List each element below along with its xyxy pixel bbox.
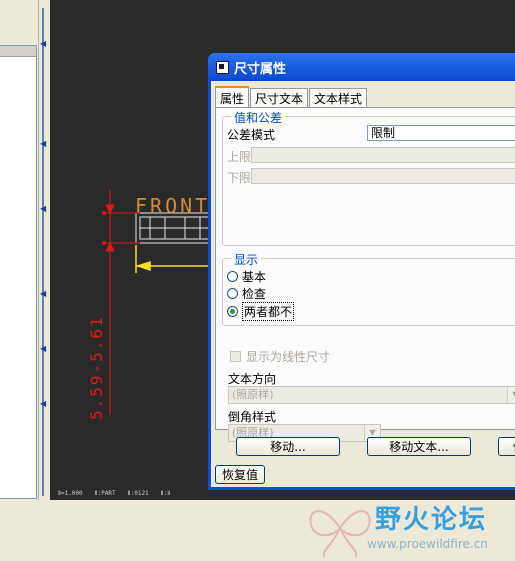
checkbox-label: 显示为线性尺寸: [246, 350, 331, 364]
status-item: Ⅱ:0121: [127, 490, 149, 497]
chevron-left-icon[interactable]: ◀: [40, 345, 46, 353]
watermark-title: 野火论坛: [375, 505, 488, 535]
splitter-bar: [42, 8, 44, 496]
view-label: FRONT: [135, 194, 210, 218]
dimension-text: 5.59-5.61: [87, 315, 106, 420]
tab-dimension-text[interactable]: 尺寸文本: [250, 88, 309, 107]
model-tree-panel: [0, 0, 40, 500]
move-text-button[interactable]: 移动文本...: [367, 437, 471, 456]
tolerance-mode-label: 公差模式: [227, 128, 276, 142]
leader-arrow: [135, 245, 210, 273]
dimension-properties-dialog: 尺寸属性 属性 尺寸文本 文本样式 值和公差 公差模式 限制 上限 下限 显示: [208, 53, 515, 490]
radio-circle-checked[interactable]: [227, 306, 238, 317]
status-item: Ⅱ=1.000: [58, 490, 83, 497]
tab-properties[interactable]: 属性: [215, 86, 250, 109]
radio-label: 两者都不: [242, 302, 295, 321]
watermark: 野火论坛 www.proewildfire.cn: [305, 495, 515, 561]
model-tree-header: [0, 46, 36, 57]
tolerance-mode-field[interactable]: 限制: [367, 125, 515, 141]
value-tolerance-group: 值和公差 公差模式 限制 上限 下限: [222, 109, 515, 246]
window-icon[interactable]: [216, 60, 229, 74]
linear-dimension-checkbox[interactable]: 显示为线性尺寸: [230, 348, 330, 365]
dialog-titlebar[interactable]: 尺寸属性: [208, 53, 515, 81]
radio-circle[interactable]: [227, 271, 238, 282]
checkbox-box[interactable]: [230, 351, 241, 362]
radio-label: 基本: [242, 270, 267, 284]
chevron-left-icon[interactable]: ◀: [40, 40, 46, 48]
modify-button[interactable]: 修: [498, 437, 515, 456]
status-item: Ⅱ:Ⅱ: [160, 490, 171, 497]
properties-panel: 值和公差 公差模式 限制 上限 下限 显示 基本 检查 两者都不 显示为线性尺寸…: [215, 107, 515, 442]
model-tree-list[interactable]: [0, 45, 37, 499]
status-strip: Ⅱ=1.000 Ⅱ:PART Ⅱ:0121 Ⅱ:Ⅱ: [50, 487, 210, 500]
lower-limit-field[interactable]: [251, 168, 515, 184]
lower-limit-label: 下限: [227, 171, 252, 185]
radio-basic[interactable]: 基本: [227, 268, 266, 285]
status-item: Ⅱ:PART: [94, 490, 116, 497]
butterfly-logo-icon: [309, 510, 371, 558]
watermark-url: www.proewildfire.cn: [367, 537, 488, 551]
upper-limit-field[interactable]: [251, 147, 515, 163]
text-direction-select[interactable]: (照原样) ▼: [228, 386, 515, 404]
text-direction-value: (照原样): [232, 388, 274, 401]
chevron-down-icon[interactable]: ▼: [507, 387, 515, 403]
radio-neither[interactable]: 两者都不: [227, 302, 295, 321]
upper-limit-label: 上限: [227, 150, 252, 164]
restore-values-button[interactable]: 恢复值: [215, 465, 265, 484]
display-title: 显示: [231, 251, 262, 268]
chevron-left-icon[interactable]: ◀: [40, 400, 46, 408]
display-group: 显示 基本 检查 两者都不: [222, 251, 515, 326]
value-tolerance-title: 值和公差: [231, 109, 286, 126]
chevron-left-icon[interactable]: ◀: [40, 140, 46, 148]
chevron-left-icon[interactable]: ◀: [40, 290, 46, 298]
radio-inspection[interactable]: 检查: [227, 285, 266, 302]
chevron-left-icon[interactable]: ◀: [40, 205, 46, 213]
radio-label: 检查: [242, 287, 267, 301]
dialog-body: 属性 尺寸文本 文本样式 值和公差 公差模式 限制 上限 下限 显示 基本 检查…: [211, 81, 515, 487]
dimension-lines: [102, 190, 140, 415]
tab-strip: 属性 尺寸文本 文本样式: [215, 86, 368, 109]
chamfer-style-label: 倒角样式: [228, 410, 277, 424]
tab-text-style[interactable]: 文本样式: [309, 88, 368, 107]
dialog-title: 尺寸属性: [234, 61, 287, 77]
radio-circle[interactable]: [227, 288, 238, 299]
text-direction-label: 文本方向: [228, 372, 277, 386]
move-button[interactable]: 移动...: [236, 437, 340, 456]
